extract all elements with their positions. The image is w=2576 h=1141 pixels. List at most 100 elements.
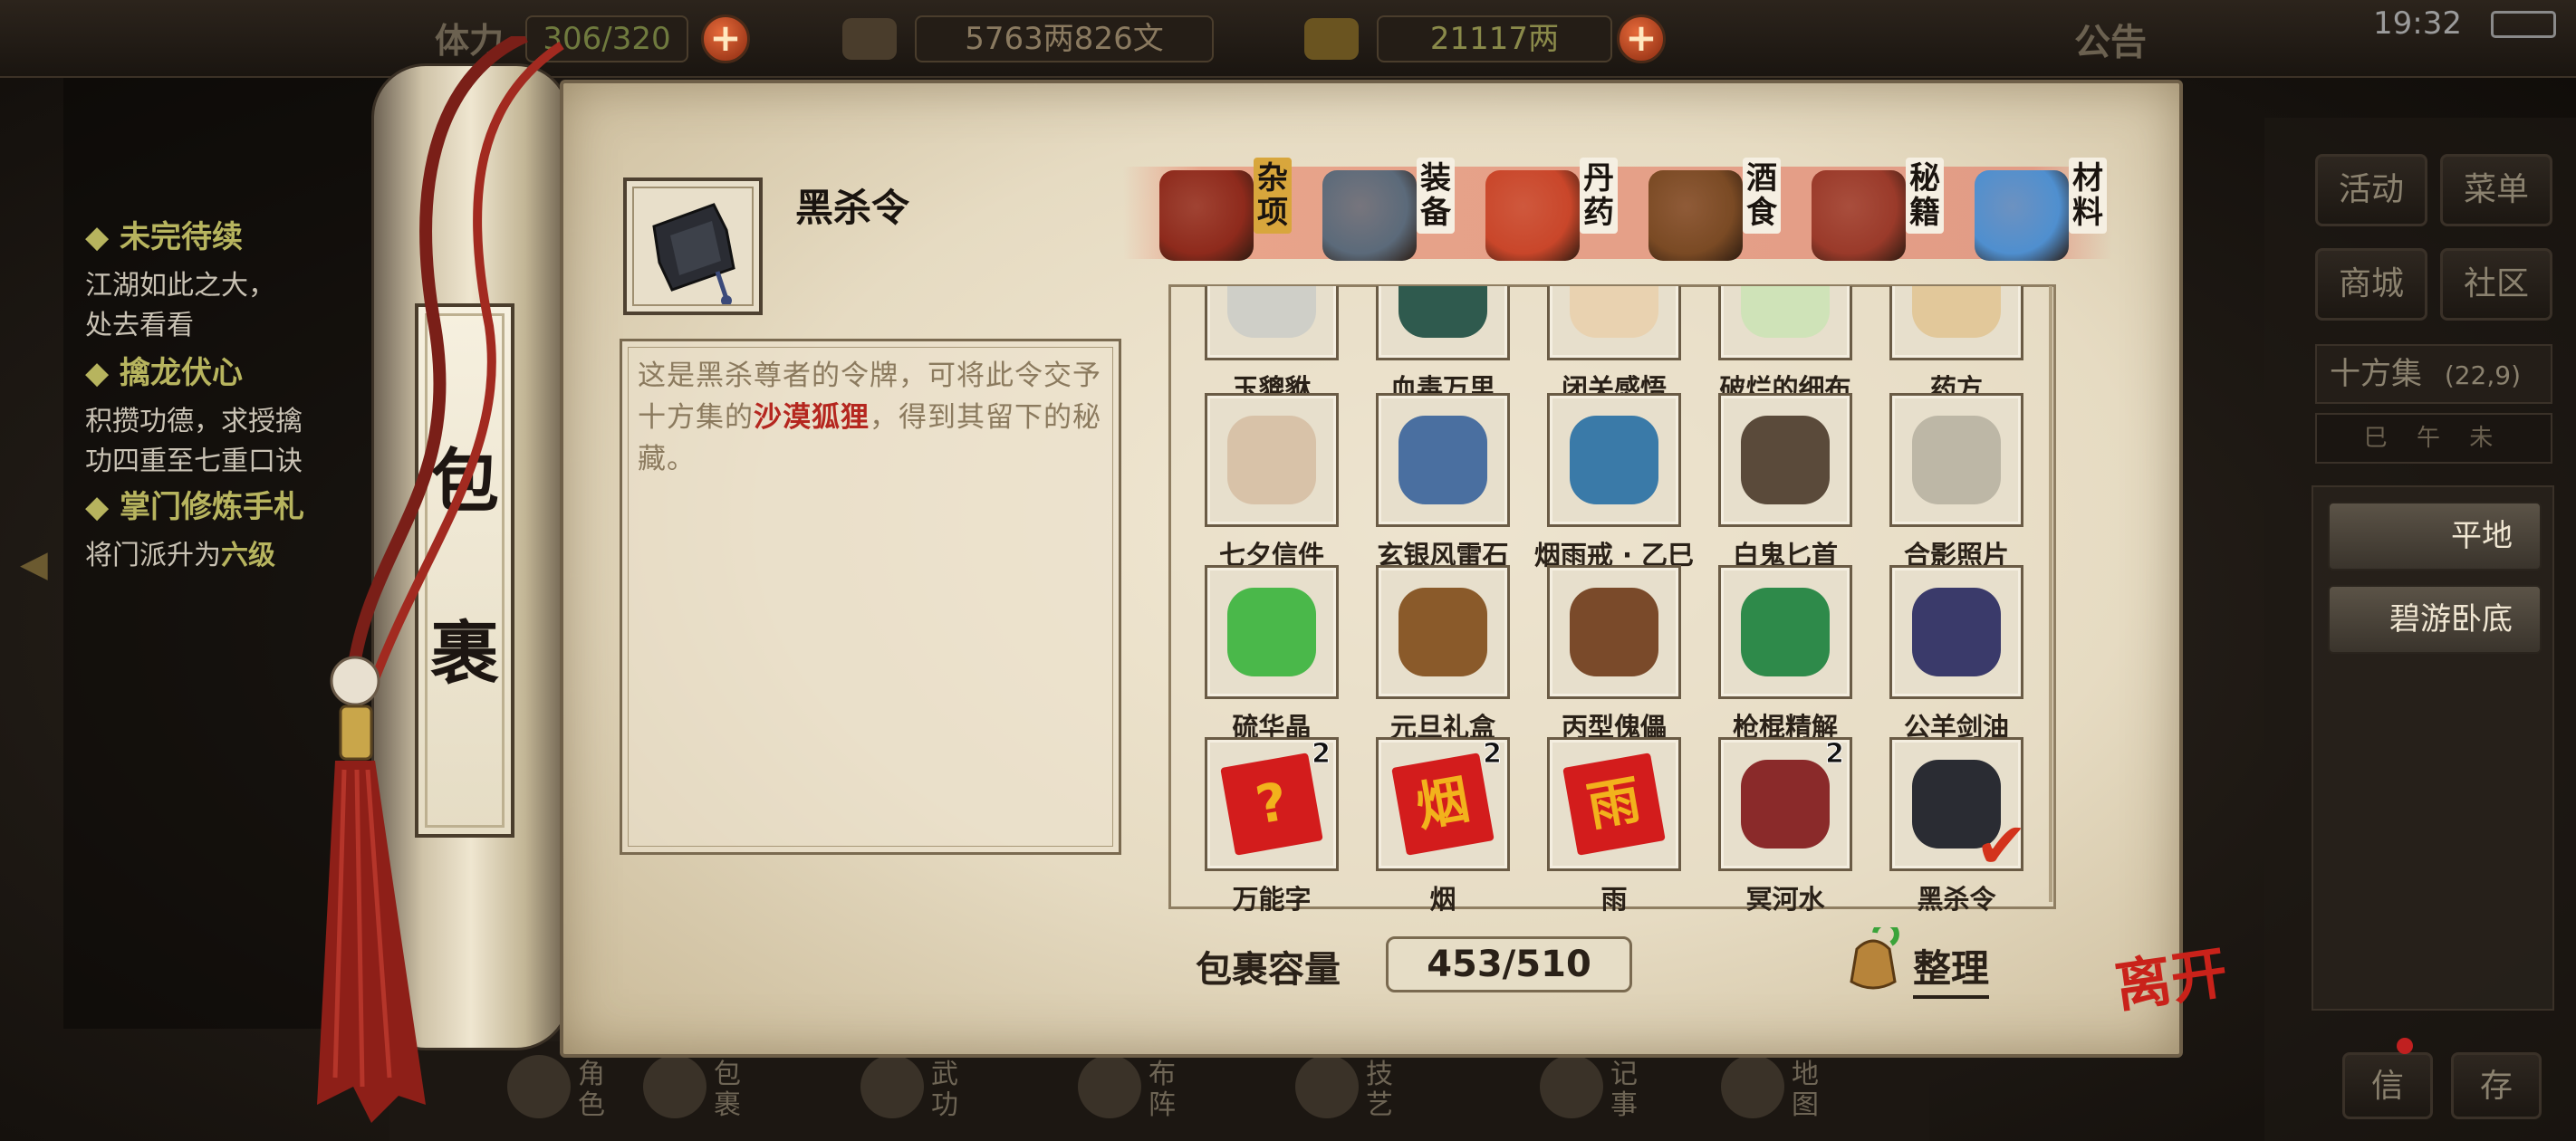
capacity-value: 453/510 <box>1386 936 1632 992</box>
mail-button[interactable]: 信 <box>2342 1052 2433 1119</box>
nav-inventory[interactable]: 包裹 <box>643 1046 779 1136</box>
quest-title[interactable]: ◆ 未完待续 <box>85 212 243 256</box>
collapse-arrow-icon[interactable]: ◀ <box>20 543 56 598</box>
capacity-label: 包裹容量 <box>1196 948 1341 991</box>
tab-label: 材料 <box>2069 158 2107 234</box>
selected-item-name: 黑杀令 <box>795 186 910 230</box>
wine-icon <box>1648 170 1743 261</box>
silver-value: 5763两826文 <box>915 15 1214 62</box>
nav-formation[interactable]: 布阵 <box>1078 1046 1214 1136</box>
jar-icon <box>1159 170 1254 261</box>
save-button[interactable]: 存 <box>2451 1052 2542 1119</box>
tab-wine[interactable]: 酒食 <box>1648 154 1812 266</box>
tab-label: 秘籍 <box>1906 158 1944 234</box>
journal-icon <box>1540 1055 1603 1118</box>
community-button[interactable]: 社区 <box>2440 248 2552 321</box>
quest-text: 处去看看 <box>85 310 194 341</box>
inventory-slot[interactable] <box>1376 565 1510 699</box>
book-icon <box>1812 170 1906 261</box>
place-flatland-button[interactable]: 平地 <box>2328 502 2542 570</box>
activity-button[interactable]: 活动 <box>2315 154 2427 226</box>
quest-text: 将门派升为六级 <box>85 540 275 571</box>
quest-title[interactable]: ◆ 掌门修炼手札 <box>85 482 304 526</box>
item-description: 这是黑杀尊者的令牌，可将此令交予十方集的沙漠狐狸，得到其留下的秘藏。 <box>638 360 1101 475</box>
tab-crystal[interactable]: 材料 <box>1975 154 2138 266</box>
item-name-label: 万能字 <box>1232 884 1312 915</box>
inventory-slot[interactable]: ? 2 <box>1205 737 1339 871</box>
inventory-slot[interactable]: 烟2 <box>1376 737 1510 871</box>
sulfur-crystal-icon <box>1227 588 1316 676</box>
inventory-slot[interactable]: 2 <box>1718 737 1852 871</box>
clock: 19:32 <box>2373 5 2462 42</box>
letter-icon <box>1227 416 1316 504</box>
inventory-slot[interactable] <box>1205 393 1339 527</box>
nav-map[interactable]: 地图 <box>1721 1046 1857 1136</box>
nav-martial[interactable]: 武功 <box>860 1046 996 1136</box>
inventory-slot[interactable] <box>1376 393 1510 527</box>
thunder-stone-icon <box>1399 416 1487 504</box>
inventory-slot[interactable] <box>1889 565 2023 699</box>
selected-check-icon: ✔ <box>1975 809 2028 883</box>
place-undercover-button[interactable]: 碧游卧底 <box>2328 585 2542 654</box>
inventory-slot[interactable] <box>1889 393 2023 527</box>
item-count-badge: 2 <box>1312 738 1331 771</box>
tab-label: 杂项 <box>1254 158 1292 234</box>
tassel-decoration <box>317 36 564 1123</box>
gift-chest-icon <box>1399 588 1487 676</box>
puppet-icon <box>1570 588 1658 676</box>
inventory-slot[interactable] <box>1547 393 1681 527</box>
tab-label: 装备 <box>1417 158 1455 234</box>
weapon-icon <box>1322 170 1417 261</box>
shop-button[interactable]: 商城 <box>2315 248 2427 321</box>
potion-bottle-icon <box>1741 760 1830 849</box>
ring-icon <box>1570 416 1658 504</box>
quest-text: 积攒功德，求授擒 <box>85 406 303 437</box>
leave-button[interactable]: 离开 <box>2111 939 2264 1078</box>
bagua-icon <box>1078 1055 1141 1118</box>
nav-journal[interactable]: 记事 <box>1540 1046 1676 1136</box>
item-name-label: 黑杀令 <box>1917 884 1996 915</box>
item-count-badge: 2 <box>1825 738 1845 771</box>
dagger-icon <box>1741 416 1830 504</box>
battery-icon <box>2491 11 2556 38</box>
item-count-badge: 2 <box>1483 738 1503 771</box>
inventory-slot[interactable] <box>1718 393 1852 527</box>
menu-button[interactable]: 菜单 <box>2440 154 2552 226</box>
bag-icon <box>643 1055 706 1118</box>
silver-ingot-icon <box>842 18 897 60</box>
rain-card-icon: 雨 <box>1562 753 1666 856</box>
gold-value: 21117两 <box>1377 15 1612 62</box>
tab-jar[interactable]: 杂项 <box>1159 154 1322 266</box>
add-gold-button[interactable]: + <box>1617 14 1666 63</box>
gold-ingot-icon <box>1304 18 1359 60</box>
tab-pill[interactable]: 丹药 <box>1485 154 1648 266</box>
map-icon <box>1721 1055 1784 1118</box>
time-strip: 巳 午 未 <box>2315 413 2552 464</box>
inventory-slot[interactable]: 雨 <box>1547 737 1681 871</box>
inventory-slot[interactable]: ✔ <box>1889 737 2028 883</box>
black-token-icon <box>652 203 735 306</box>
quest-text: 功四重至七重口诀 <box>85 446 303 477</box>
sort-label[interactable]: 整理 <box>1913 938 1990 999</box>
crystal-icon <box>1975 170 2069 261</box>
money-bag-icon <box>1850 920 1899 990</box>
tab-book[interactable]: 秘籍 <box>1812 154 1975 266</box>
nav-skills[interactable]: 技艺 <box>1295 1046 1431 1136</box>
tab-label: 酒食 <box>1743 158 1781 234</box>
notification-dot <box>2397 1038 2413 1054</box>
item-name-label: 烟 <box>1429 884 1456 915</box>
manual-icon <box>1741 588 1830 676</box>
notice-button[interactable]: 公告 <box>2074 13 2147 65</box>
inventory-slot[interactable] <box>1205 565 1339 699</box>
selected-item-preview <box>623 177 763 315</box>
inventory-slot[interactable] <box>1718 565 1852 699</box>
photo-icon <box>1912 416 2001 504</box>
inventory-slot[interactable] <box>1547 565 1681 699</box>
smoke-card-icon: 烟 <box>1391 753 1495 856</box>
tab-label: 丹药 <box>1580 158 1618 234</box>
question-card-icon: ? <box>1220 753 1323 856</box>
tab-weapon[interactable]: 装备 <box>1322 154 1485 266</box>
quest-title[interactable]: ◆ 擒龙伏心 <box>85 348 243 392</box>
add-stamina-button[interactable]: + <box>701 14 750 63</box>
grid-scrollbar[interactable] <box>2049 286 2052 902</box>
